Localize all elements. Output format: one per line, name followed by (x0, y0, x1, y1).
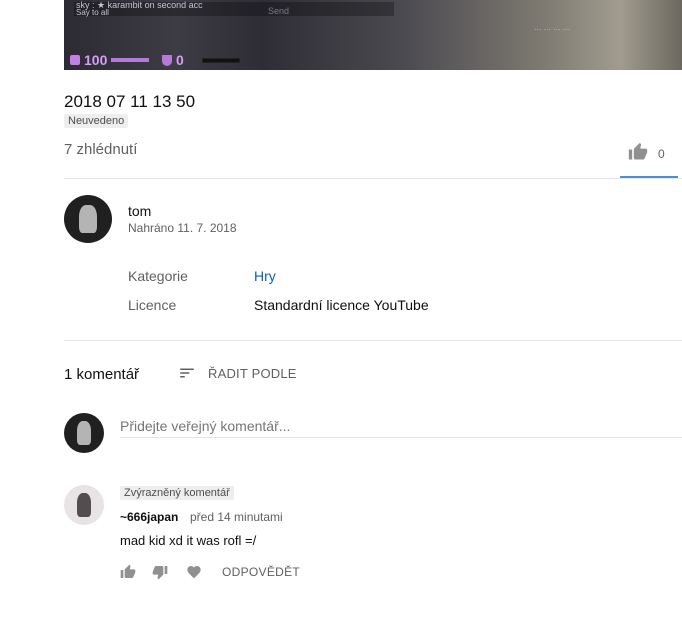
comment-actions: ODPOVĚDĚT (120, 564, 300, 580)
thumbs-up-icon[interactable] (120, 564, 136, 580)
hud-info: ... ... ... ... (534, 26, 571, 31)
video-title: 2018 07 11 13 50 (64, 92, 196, 111)
divider (64, 340, 682, 341)
video-player[interactable]: sky : ★ karambit on second acc Say to al… (64, 0, 682, 70)
like-count: 0 (658, 147, 665, 161)
category-label: Kategorie (128, 268, 188, 284)
comment-author[interactable]: ~666japan (120, 510, 178, 524)
channel-name[interactable]: tom (128, 203, 151, 219)
channel-avatar[interactable] (64, 195, 112, 243)
comment-time[interactable]: před 14 minutami (190, 510, 283, 524)
health-bar (111, 58, 150, 62)
like-button[interactable]: 0 (620, 136, 678, 178)
reply-button[interactable]: ODPOVĚDĚT (222, 565, 300, 579)
ammo-bar (202, 58, 240, 63)
comment-count: 1 komentář (64, 366, 140, 383)
sort-label: ŘADIT PODLE (208, 365, 297, 381)
thumbs-up-icon (628, 142, 648, 162)
visibility-badge: Neuvedeno (64, 114, 129, 128)
comment-text: mad kid xd it was rofl =/ (120, 533, 257, 548)
license-label: Licence (128, 297, 177, 313)
commenter-avatar[interactable] (64, 485, 104, 525)
view-count: 7 zhlédnutí (64, 141, 138, 158)
health-icon (70, 55, 80, 65)
chat-line: Say to all (76, 8, 109, 17)
heart-icon[interactable] (186, 564, 202, 580)
avatar-figure (76, 421, 92, 445)
armor-value: 0 (176, 52, 184, 68)
add-comment-input[interactable] (120, 414, 682, 438)
license-value: Standardní licence YouTube (254, 297, 429, 313)
health-value: 100 (84, 52, 108, 68)
sort-icon (178, 364, 196, 382)
category-link[interactable]: Hry (254, 268, 276, 284)
armor-display: 0 (162, 52, 184, 68)
thumbs-down-icon[interactable] (152, 564, 168, 580)
user-avatar (64, 413, 104, 453)
chat-send-label: Send (268, 6, 290, 16)
upload-date: Nahráno 11. 7. 2018 (128, 221, 237, 235)
health-display: 100 (70, 52, 150, 68)
armor-icon (162, 54, 172, 66)
highlighted-comment-badge: Zvýrazněný komentář (120, 486, 234, 500)
avatar-figure (79, 204, 97, 234)
sort-button[interactable]: ŘADIT PODLE (178, 364, 297, 382)
divider (64, 178, 682, 179)
avatar-figure (76, 493, 92, 517)
